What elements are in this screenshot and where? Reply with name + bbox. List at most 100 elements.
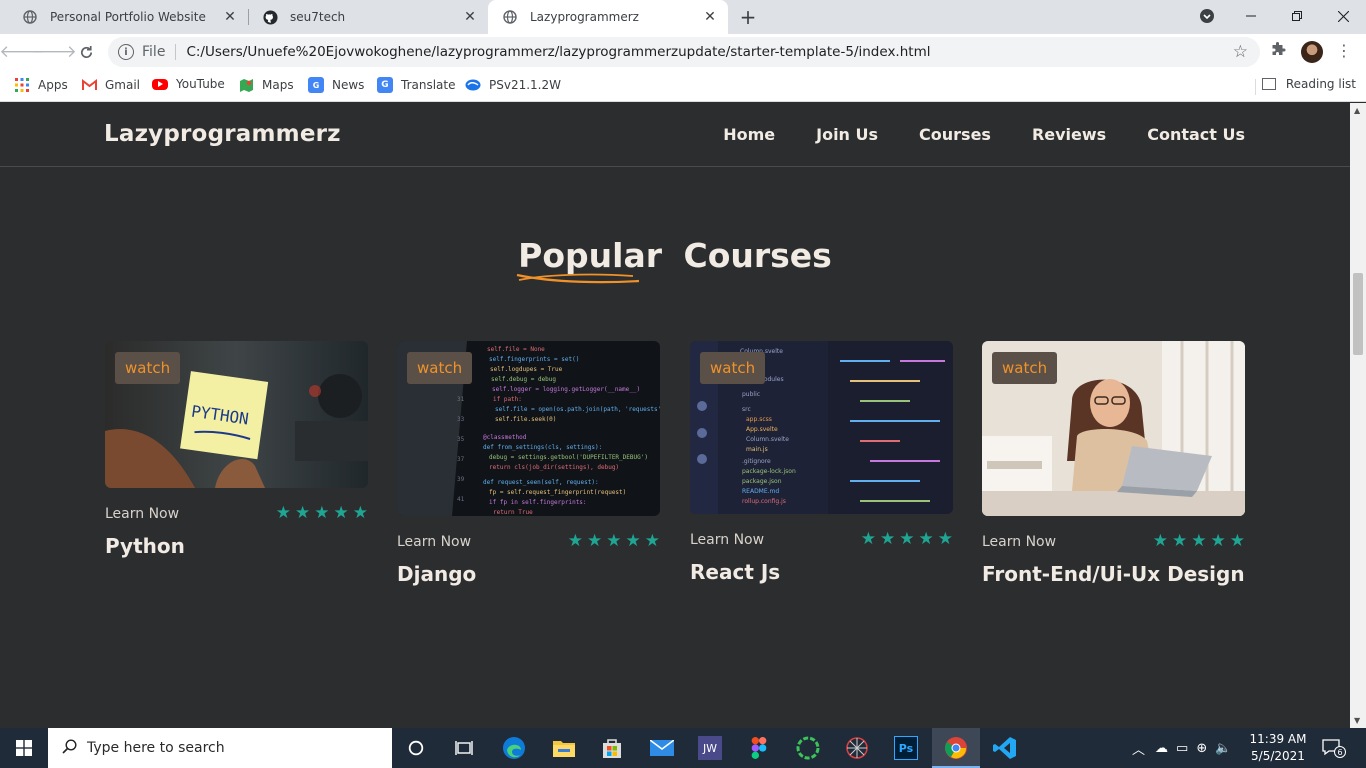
address-bar[interactable]: i File C:/Users/Unuefe%20Ejovwokoghene/l… <box>108 37 1260 67</box>
page-scrollbar[interactable]: ▲ ▼ <box>1350 103 1366 728</box>
course-card-python[interactable]: PYTHON watch Learn Now ★ ★ ★ ★ ★ Python <box>105 341 368 558</box>
translate-icon: G <box>377 77 393 93</box>
info-icon[interactable]: i <box>118 44 134 60</box>
svg-text:Column.svelte: Column.svelte <box>746 436 789 443</box>
watch-button[interactable]: watch <box>115 352 181 384</box>
network-globe-icon[interactable]: ⊕ <box>1196 741 1207 756</box>
new-tab-button[interactable]: + <box>736 5 760 29</box>
bookmark-psv[interactable]: PSv21.1.2W <box>465 77 561 93</box>
url-scheme: File <box>142 44 166 60</box>
rating-stars: ★ ★ ★ ★ ★ <box>276 505 368 522</box>
edge-icon[interactable] <box>490 728 538 768</box>
vscode-icon[interactable] <box>981 728 1029 768</box>
learn-now-link[interactable]: Learn Now <box>982 534 1056 550</box>
bookmark-translate[interactable]: G Translate <box>377 77 456 93</box>
store-icon[interactable] <box>588 728 636 768</box>
extensions-puzzle-icon[interactable] <box>1270 42 1286 62</box>
nav-link-contact-us[interactable]: Contact Us <box>1147 125 1245 144</box>
nav-link-reviews[interactable]: Reviews <box>1032 125 1106 144</box>
course-card-ui-ux[interactable]: watch Learn Now ★ ★ ★ ★ ★ Front-End/Ui-Ux De… <box>982 341 1245 586</box>
cortana-icon[interactable] <box>392 728 440 768</box>
close-icon[interactable]: ✕ <box>702 9 718 25</box>
bookmark-apps[interactable]: Apps <box>14 77 68 93</box>
bookmark-youtube[interactable]: YouTube <box>152 77 225 91</box>
onedrive-cloud-icon[interactable]: ☁ <box>1155 741 1168 756</box>
spider-icon[interactable] <box>833 728 881 768</box>
url-text[interactable]: C:/Users/Unuefe%20Ejovwokoghene/lazyprog… <box>186 44 930 60</box>
photoshop-icon[interactable]: Ps <box>882 728 930 768</box>
learn-now-link[interactable]: Learn Now <box>690 532 764 548</box>
battery-icon[interactable]: ▭ <box>1176 741 1188 756</box>
chevron-up-icon[interactable]: ︿ <box>1132 739 1145 758</box>
course-name[interactable]: Django <box>397 562 660 586</box>
svg-text:if path:: if path: <box>493 396 522 403</box>
course-card-react[interactable]: Column.svelte node_modules public src ap… <box>690 341 953 584</box>
close-icon[interactable]: ✕ <box>462 9 478 25</box>
nav-link-courses[interactable]: Courses <box>919 125 991 144</box>
section-title-rest: Courses <box>683 236 832 275</box>
notification-center-icon[interactable]: 6 <box>1322 738 1346 758</box>
bookmark-star-icon[interactable]: ☆ <box>1233 42 1248 62</box>
site-logo[interactable]: Lazyprogrammerz <box>104 121 341 147</box>
bookmark-label: News <box>332 78 365 92</box>
watch-button[interactable]: watch <box>700 352 766 384</box>
more-menu-icon[interactable]: ⋮ <box>1336 41 1352 60</box>
file-explorer-icon[interactable] <box>540 728 588 768</box>
svg-text:def request_seen(self, request: def request_seen(self, request): <box>483 479 599 486</box>
course-name[interactable]: React Js <box>690 560 953 584</box>
tab-lazyprogrammerz[interactable]: Lazyprogrammerz ✕ <box>488 0 728 34</box>
star-icon: ★ <box>1152 531 1168 551</box>
bookmark-news[interactable]: G News <box>308 77 364 93</box>
forward-arrow-icon[interactable]: 🡒 <box>31 38 77 66</box>
bookmark-gmail[interactable]: Gmail <box>81 77 140 93</box>
nav-link-home[interactable]: Home <box>723 125 775 144</box>
watch-button[interactable]: watch <box>407 352 473 384</box>
section-title-highlight: Popular <box>516 236 662 284</box>
site-navbar: Lazyprogrammerz Home Join Us Courses Rev… <box>0 103 1350 167</box>
svg-text:if fp in self.fingerprints:: if fp in self.fingerprints: <box>489 499 587 506</box>
close-icon[interactable]: ✕ <box>222 9 238 25</box>
rating-stars: ★ ★ ★ ★ ★ <box>861 531 953 548</box>
reload-icon[interactable] <box>72 38 100 66</box>
bookmark-label: Translate <box>401 78 456 92</box>
task-view-icon[interactable] <box>440 728 488 768</box>
svg-text:37: 37 <box>457 456 465 463</box>
tab-personal-portfolio[interactable]: Personal Portfolio Website ✕ <box>8 0 248 34</box>
jw-icon[interactable]: JW <box>686 728 734 768</box>
ring-app-icon[interactable] <box>784 728 832 768</box>
course-thumbnail[interactable]: watch <box>982 341 1245 516</box>
chrome-icon[interactable] <box>932 728 980 768</box>
course-thumbnail[interactable]: PYTHON watch <box>105 341 368 488</box>
windows-start-icon[interactable] <box>0 728 48 768</box>
close-window-icon[interactable] <box>1320 0 1366 32</box>
course-name[interactable]: Front-End/Ui-Ux Design <box>982 562 1245 586</box>
learn-now-link[interactable]: Learn Now <box>397 534 471 550</box>
star-icon: ★ <box>1229 531 1245 551</box>
minimize-icon[interactable] <box>1228 0 1274 32</box>
volume-icon[interactable]: 🔈 <box>1215 741 1231 756</box>
nav-link-join-us[interactable]: Join Us <box>816 125 878 144</box>
system-clock[interactable]: 11:39 AM 5/5/2021 <box>1248 731 1308 765</box>
scroll-down-arrow-icon[interactable]: ▼ <box>1354 716 1360 725</box>
scroll-up-arrow-icon[interactable]: ▲ <box>1354 106 1360 115</box>
reading-list-button[interactable]: Reading list <box>1261 77 1356 91</box>
taskbar-search-input[interactable]: Type here to search <box>48 728 392 768</box>
bookmark-label: Gmail <box>105 78 141 92</box>
watch-button[interactable]: watch <box>992 352 1058 384</box>
course-thumbnail[interactable]: Column.svelte node_modules public src ap… <box>690 341 953 514</box>
tab-seu7tech[interactable]: seu7tech ✕ <box>248 0 488 34</box>
restore-icon[interactable] <box>1274 0 1320 32</box>
star-icon: ★ <box>606 531 622 551</box>
course-thumbnail[interactable]: self.file = None self.fingerprints = set… <box>397 341 660 516</box>
tab-search-icon[interactable] <box>1184 0 1230 32</box>
course-name[interactable]: Python <box>105 534 368 558</box>
mail-icon[interactable] <box>638 728 686 768</box>
figma-icon[interactable] <box>735 728 783 768</box>
course-meta: Learn Now ★ ★ ★ ★ ★ <box>982 533 1245 550</box>
profile-avatar[interactable] <box>1301 41 1323 63</box>
bookmark-maps[interactable]: Maps <box>238 77 294 93</box>
scrollbar-thumb[interactable] <box>1353 273 1363 355</box>
learn-now-link[interactable]: Learn Now <box>105 506 179 522</box>
star-icon: ★ <box>1191 531 1207 551</box>
course-card-django[interactable]: self.file = None self.fingerprints = set… <box>397 341 660 586</box>
